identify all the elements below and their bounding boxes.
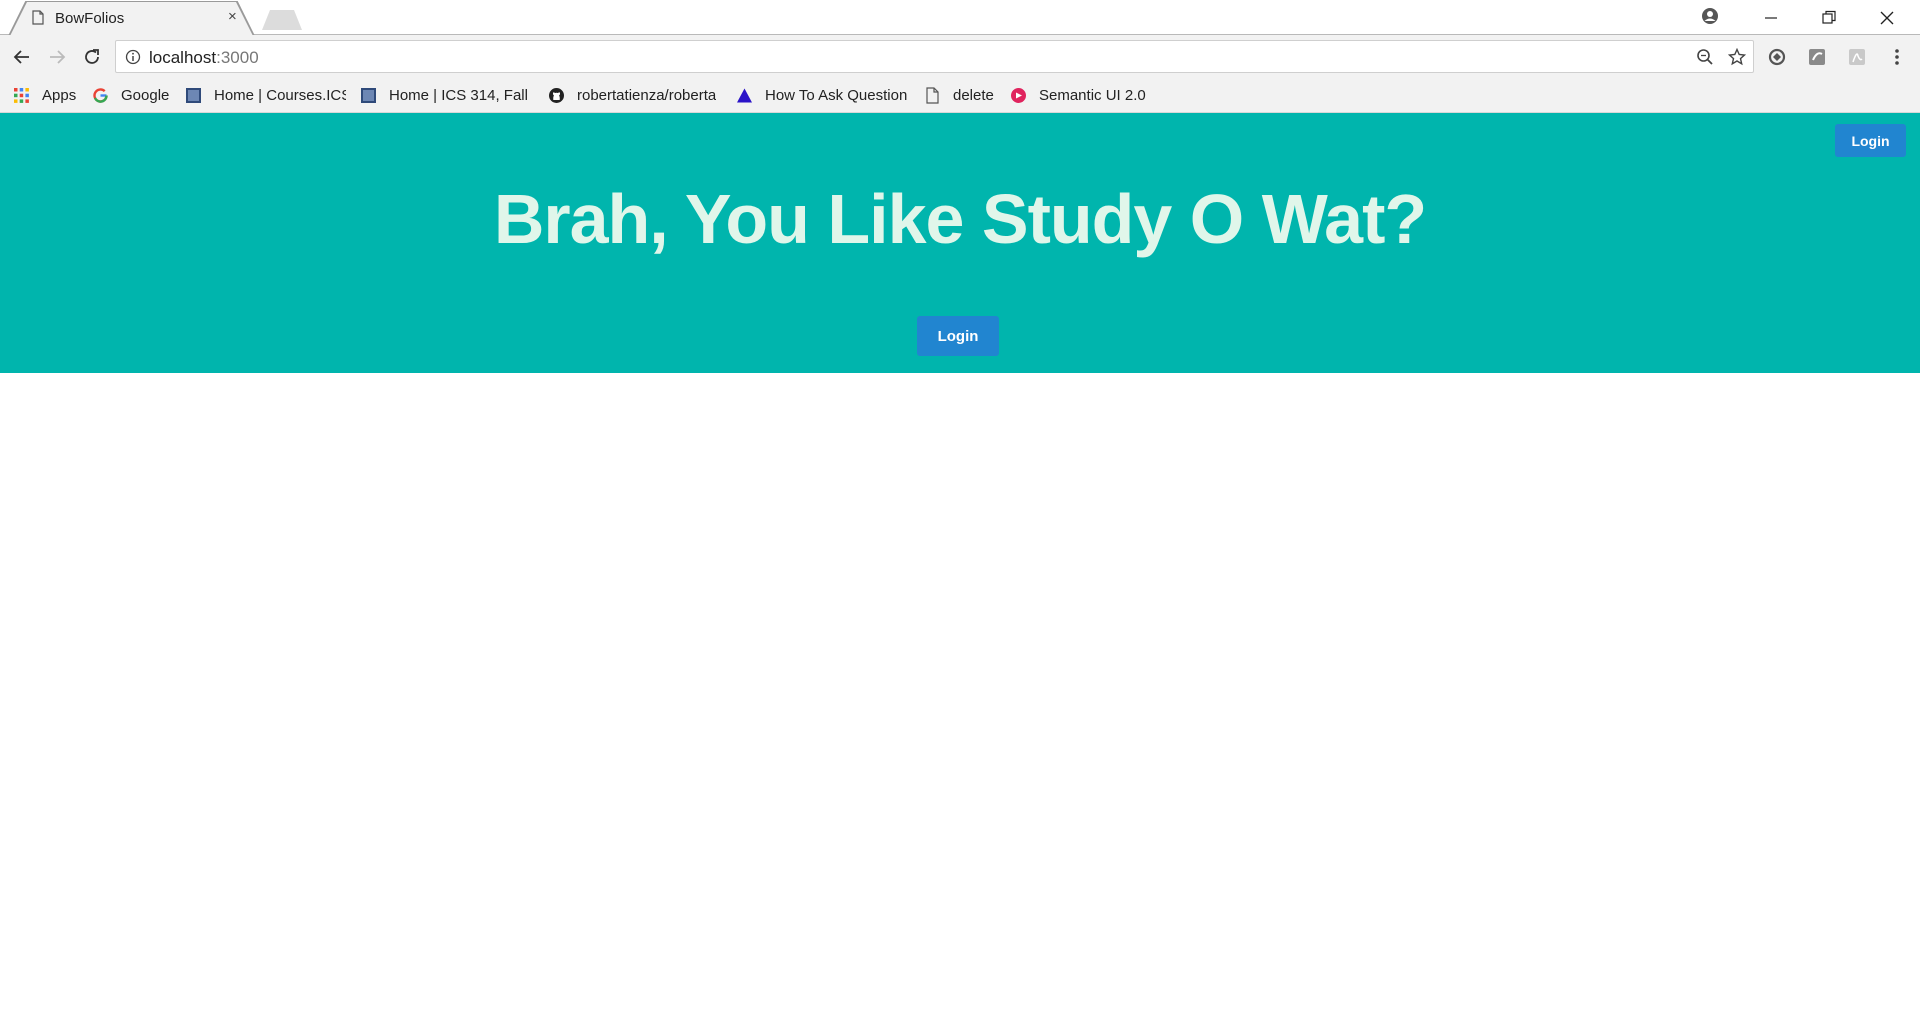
document-icon: [926, 86, 939, 104]
bookmark-apps[interactable]: Apps: [13, 85, 76, 105]
reload-icon[interactable]: [82, 47, 102, 67]
bookmark-label: Home | Courses.ICS: [214, 86, 346, 104]
bookmark-label: delete: [953, 86, 994, 104]
triangle-icon: [737, 88, 752, 102]
page-icon: [32, 10, 44, 25]
hero-login-button[interactable]: Login: [917, 316, 999, 356]
bookmark-courses-ics[interactable]: Home | Courses.ICS: [185, 85, 346, 105]
new-tab-button[interactable]: [262, 10, 302, 30]
google-g-icon: [93, 87, 108, 103]
tab-title: BowFolios: [55, 10, 125, 27]
close-window-icon[interactable]: [1877, 8, 1897, 28]
hero-banner: Login Brah, You Like Study O Wat? Login: [0, 113, 1920, 373]
url-text[interactable]: localhost:3000: [149, 48, 259, 68]
browser-tabstrip: BowFolios ×: [0, 0, 1920, 36]
bookmark-semantic-ui[interactable]: Semantic UI 2.0: [1010, 85, 1146, 105]
minimize-icon[interactable]: [1761, 8, 1781, 28]
sync-extension-icon[interactable]: [1767, 47, 1787, 67]
bookmark-google[interactable]: Google: [92, 85, 169, 105]
page-square-icon: [361, 87, 376, 103]
extension-icon[interactable]: [1807, 47, 1827, 67]
nav-login-button[interactable]: Login: [1835, 124, 1906, 157]
restore-icon[interactable]: [1819, 8, 1839, 28]
bookmark-ics-314[interactable]: Home | ICS 314, Fall 2: [360, 85, 531, 105]
forward-icon[interactable]: [47, 47, 67, 67]
tab-bowfolios[interactable]: [10, 2, 253, 36]
pdf-extension-icon[interactable]: [1847, 47, 1867, 67]
bookmarks-bar: Apps Google Home | Courses.ICS Home | IC…: [0, 79, 1920, 113]
bookmark-label: Home | ICS 314, Fall 2: [389, 86, 531, 104]
apps-grid-icon: [14, 87, 29, 103]
bookmark-label: robertatienza/roberta: [577, 86, 717, 104]
page-title: Brah, You Like Study O Wat?: [493, 180, 1427, 258]
bookmark-label: Google: [121, 86, 170, 104]
bookmark-how-to-ask[interactable]: How To Ask Question: [736, 85, 907, 105]
bookmark-label: Semantic UI 2.0: [1039, 86, 1146, 104]
info-icon[interactable]: [125, 49, 141, 65]
bookmark-star-icon[interactable]: [1728, 48, 1746, 66]
bookmark-label: How To Ask Question: [765, 86, 907, 104]
profile-icon[interactable]: [1700, 6, 1720, 26]
menu-kebab-icon[interactable]: [1887, 47, 1907, 67]
semantic-ui-icon: [1011, 87, 1026, 103]
address-bar[interactable]: localhost:3000: [115, 40, 1754, 73]
browser-toolbar: localhost:3000: [0, 35, 1920, 79]
page-square-icon: [186, 87, 201, 103]
back-icon[interactable]: [12, 47, 32, 67]
github-icon: [549, 87, 564, 103]
bookmark-github[interactable]: robertatienza/roberta: [548, 85, 716, 105]
bookmark-label: Apps: [42, 86, 77, 104]
zoom-icon[interactable]: [1696, 48, 1714, 66]
bookmark-delete[interactable]: delete: [924, 85, 994, 105]
tab-close-icon[interactable]: ×: [228, 9, 237, 24]
